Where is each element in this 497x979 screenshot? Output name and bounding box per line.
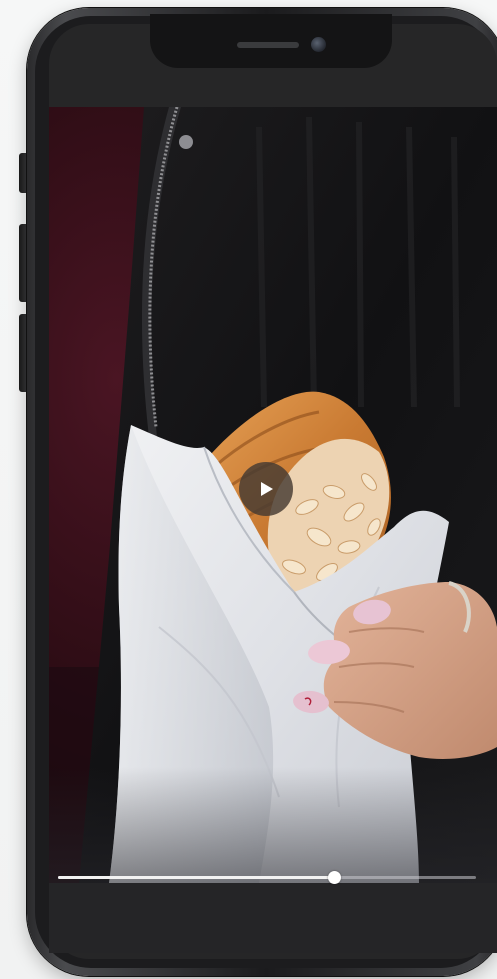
earpiece-speaker-icon <box>237 42 299 48</box>
progress-scrubber-handle[interactable] <box>327 871 341 884</box>
front-camera-icon <box>311 37 326 52</box>
page <box>0 0 497 979</box>
play-button[interactable] <box>239 462 293 516</box>
screen-bottom-area <box>49 883 497 953</box>
play-icon <box>261 482 273 496</box>
notch <box>150 14 392 68</box>
progress-fill <box>58 876 334 879</box>
video-progress-bar[interactable] <box>58 871 476 884</box>
